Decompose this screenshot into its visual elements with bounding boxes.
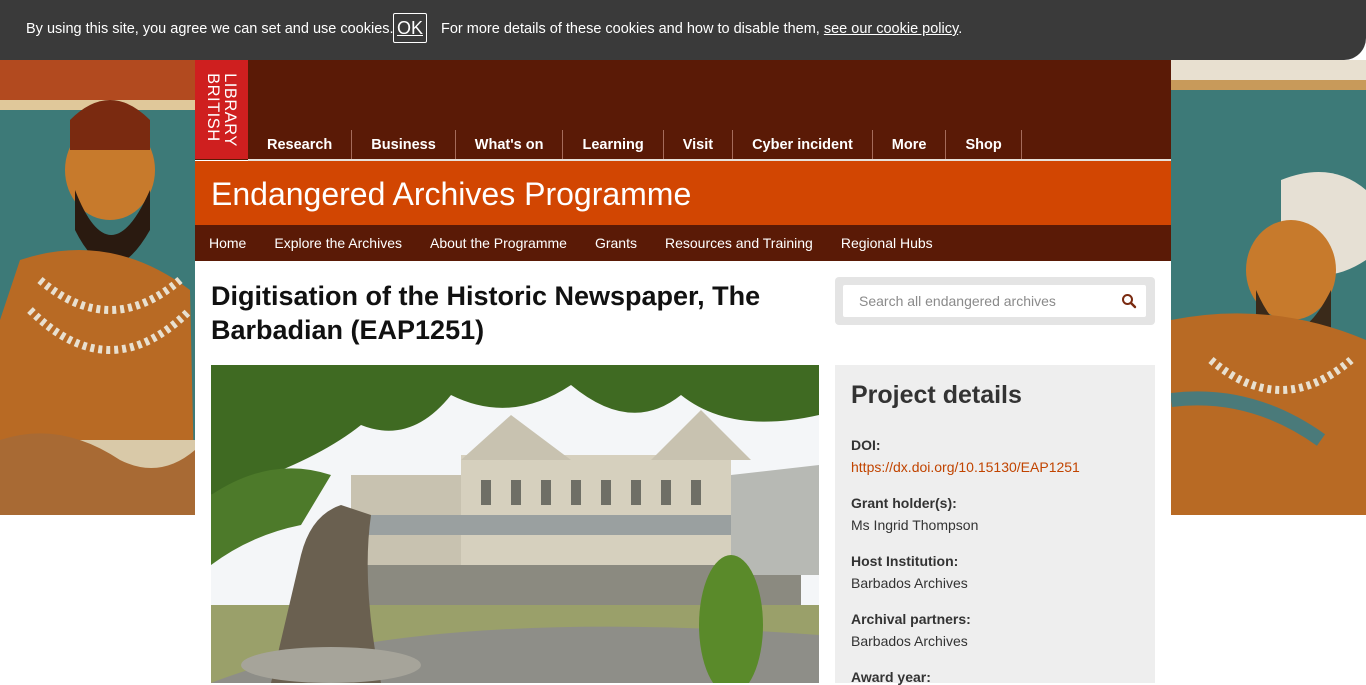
cookie-ok-button[interactable]: OK	[393, 13, 427, 43]
page-title: Digitisation of the Historic Newspaper, …	[211, 281, 761, 345]
doi-field: DOI: https://dx.doi.org/10.15130/EAP1251	[851, 437, 1080, 475]
subnav-item-regional-hubs[interactable]: Regional Hubs	[827, 225, 947, 261]
nav-item-shop[interactable]: Shop	[946, 130, 1022, 159]
nav-item-research[interactable]: Research	[248, 130, 353, 159]
archival-partners-label: Archival partners:	[851, 611, 971, 627]
decorative-artwork-right	[1171, 60, 1366, 515]
doi-link[interactable]: https://dx.doi.org/10.15130/EAP1251	[851, 459, 1080, 475]
logo-line-2: BRITISH	[204, 73, 222, 142]
nav-item-whats-on[interactable]: What's on	[456, 130, 564, 159]
main-nav: Research Business What's on Learning Vis…	[248, 130, 1022, 160]
search-box	[835, 277, 1155, 325]
subnav-item-grants[interactable]: Grants	[581, 225, 651, 261]
british-library-logo[interactable]: LIBRARY BRITISH	[195, 60, 248, 159]
search-icon[interactable]	[1121, 293, 1137, 309]
logo-wordmark: LIBRARY BRITISH	[204, 73, 239, 147]
nav-item-learning[interactable]: Learning	[563, 130, 664, 159]
subnav-item-resources[interactable]: Resources and Training	[651, 225, 827, 261]
doi-label: DOI:	[851, 437, 881, 453]
cookie-more-text: For more details of these cookies and ho…	[441, 21, 962, 37]
subnav-item-explore[interactable]: Explore the Archives	[260, 225, 416, 261]
project-details-panel: Project details DOI: https://dx.doi.org/…	[835, 365, 1155, 685]
archival-partners-field: Archival partners: Barbados Archives	[851, 611, 971, 649]
grant-holder-label: Grant holder(s):	[851, 495, 957, 511]
cookie-message: By using this site, you agree we can set…	[26, 21, 394, 37]
cookie-end-punct: .	[958, 21, 963, 37]
logo-line-1: LIBRARY	[221, 73, 239, 147]
search-field-wrapper	[843, 285, 1146, 317]
programme-nav: Home Explore the Archives About the Prog…	[195, 225, 1171, 261]
project-hero-image	[211, 365, 819, 683]
programme-banner: Endangered Archives Programme	[195, 161, 1171, 225]
host-institution-value: Barbados Archives	[851, 575, 968, 591]
host-institution-label: Host Institution:	[851, 553, 959, 569]
cookie-banner: By using this site, you agree we can set…	[0, 0, 1366, 60]
decorative-artwork-left	[0, 60, 195, 515]
nav-item-business[interactable]: Business	[352, 130, 456, 159]
nav-item-cyber-incident[interactable]: Cyber incident	[733, 130, 873, 159]
host-institution-field: Host Institution: Barbados Archives	[851, 553, 968, 591]
subnav-item-about[interactable]: About the Programme	[416, 225, 581, 261]
nav-item-more[interactable]: More	[873, 130, 947, 159]
archival-partners-value: Barbados Archives	[851, 633, 968, 649]
grant-holder-value: Ms Ingrid Thompson	[851, 517, 979, 533]
grant-holder-field: Grant holder(s): Ms Ingrid Thompson	[851, 495, 978, 533]
subnav-item-home[interactable]: Home	[195, 225, 260, 261]
site-header: LIBRARY BRITISH Research Business What's…	[195, 60, 1171, 161]
cookie-policy-link[interactable]: see our cookie policy	[824, 21, 958, 37]
search-input[interactable]	[843, 285, 1113, 317]
programme-title[interactable]: Endangered Archives Programme	[211, 176, 691, 213]
project-details-heading: Project details	[851, 381, 1022, 409]
nav-item-visit[interactable]: Visit	[664, 130, 734, 159]
cookie-more-message: For more details of these cookies and ho…	[441, 21, 824, 37]
main-column: LIBRARY BRITISH Research Business What's…	[195, 60, 1171, 685]
